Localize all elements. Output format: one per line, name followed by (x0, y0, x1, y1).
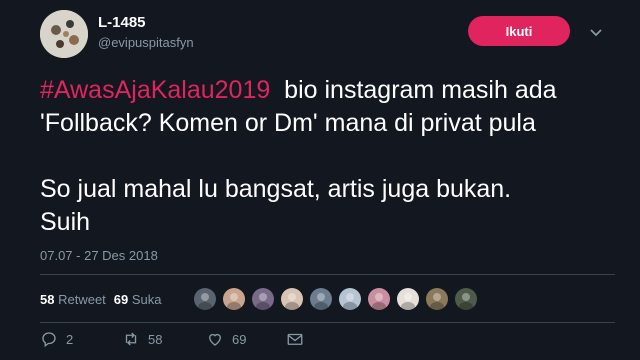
reply-count: 2 (66, 331, 74, 347)
liker-avatar[interactable] (281, 288, 303, 310)
reply-icon (42, 332, 56, 348)
like-action[interactable]: 69 (206, 330, 246, 348)
tweet-line-3: So jual mahal lu bangsat, artis juga buk… (40, 175, 512, 203)
liker-avatars (194, 288, 484, 310)
divider (40, 274, 615, 275)
liker-avatar[interactable] (339, 288, 361, 310)
like-count: 69 (232, 331, 247, 347)
retweet-stat-count: 58 (40, 292, 55, 307)
display-name[interactable]: L-1485 (98, 14, 146, 31)
liker-avatar[interactable] (194, 288, 216, 310)
avatar[interactable] (40, 10, 88, 58)
reply-action[interactable]: 2 (40, 330, 73, 348)
liker-avatar[interactable] (455, 288, 477, 310)
like-stat-label: Suka (131, 292, 162, 307)
like-stat-count: 69 (113, 292, 129, 307)
liker-avatar[interactable] (368, 288, 390, 310)
divider (40, 322, 615, 323)
liker-avatar[interactable] (397, 288, 419, 310)
envelope-icon (287, 333, 303, 345)
heart-icon (209, 333, 221, 346)
timestamp[interactable]: 07.07 - 27 Des 2018 (40, 248, 158, 263)
retweet-icon (125, 332, 137, 346)
user-handle[interactable]: @evipuspitasfyn (98, 35, 194, 50)
tweet-text: #AwasAjaKalau2019 bio instagram masih ad… (40, 74, 625, 239)
liker-avatar[interactable] (310, 288, 332, 310)
avatar-image (40, 10, 88, 58)
retweet-action[interactable]: 58 (122, 330, 162, 348)
retweet-stat[interactable]: 58 Retweet (40, 292, 106, 307)
engagement-stats: 58 Retweet 69 Suka (40, 292, 170, 307)
tweet-line-2: 'Follback? Komen or Dm' mana di privat p… (40, 109, 536, 137)
like-stat[interactable]: 69 Suka (114, 292, 162, 307)
tweet-line-1-rest: bio instagram masih ada (270, 76, 557, 104)
liker-avatar[interactable] (426, 288, 448, 310)
liker-avatar[interactable] (223, 288, 245, 310)
retweet-count: 58 (148, 331, 163, 347)
hashtag-link[interactable]: #AwasAjaKalau2019 (40, 76, 270, 104)
tweet-line-4: Suih (40, 208, 91, 236)
liker-avatar[interactable] (252, 288, 274, 310)
chevron-down-icon[interactable] (588, 24, 604, 40)
follow-button[interactable]: Ikuti (468, 16, 570, 46)
retweet-stat-label: Retweet (58, 292, 106, 307)
direct-message-action[interactable] (286, 330, 312, 348)
